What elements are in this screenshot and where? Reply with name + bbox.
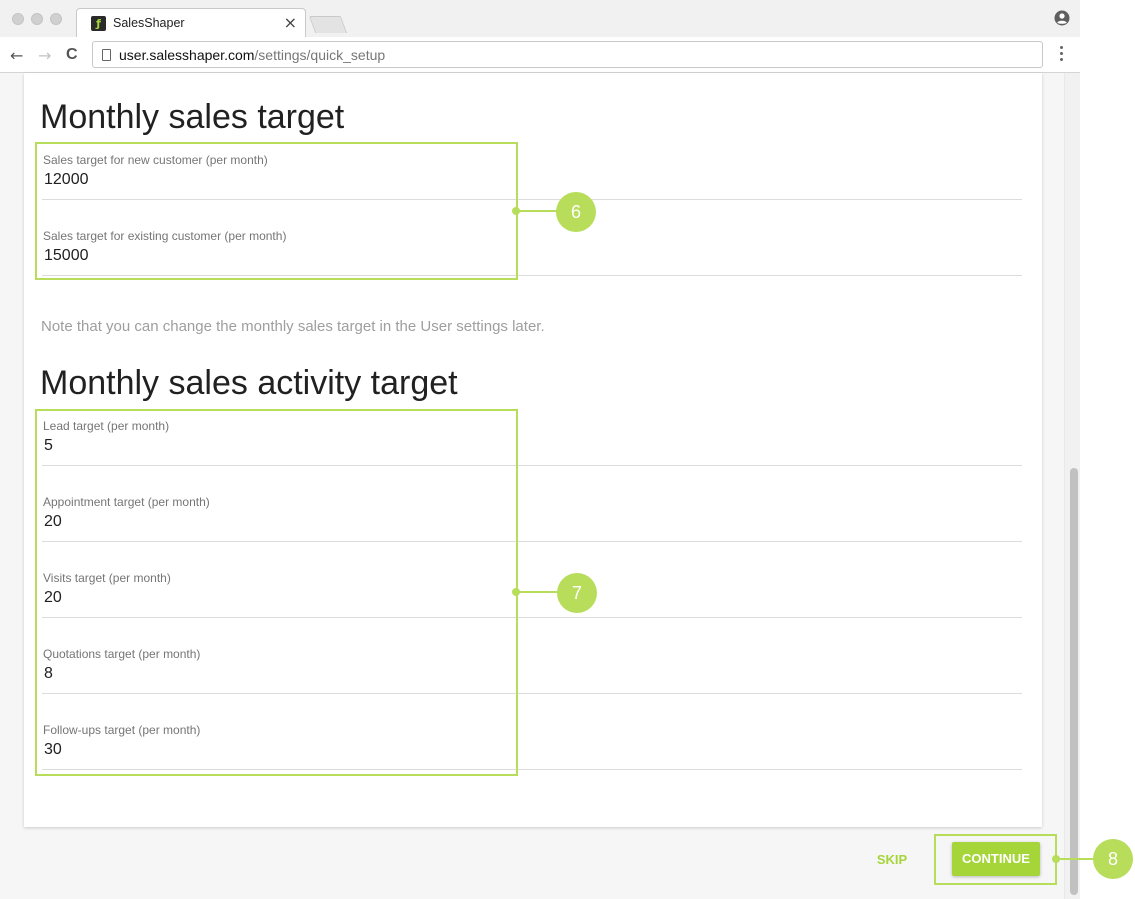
url-host: user.salesshaper.com <box>119 47 255 63</box>
profile-icon[interactable] <box>1054 10 1070 26</box>
tab-title: SalesShaper <box>113 16 185 30</box>
activity-target-title: Monthly sales activity target <box>40 364 458 402</box>
forward-arrow-icon[interactable]: → <box>38 46 51 65</box>
window-close-control[interactable] <box>12 13 24 25</box>
new-tab-button[interactable] <box>308 16 348 33</box>
callout-line <box>518 210 558 212</box>
browser-toolbar: ← → C user.salesshaper.com/settings/quic… <box>0 37 1080 73</box>
salesshaper-favicon-icon: ƒ <box>91 16 106 31</box>
highlight-box-sales-target <box>35 142 518 280</box>
highlight-box-activity-target <box>35 409 518 776</box>
continue-button[interactable]: CONTINUE <box>952 842 1040 876</box>
sales-target-note: Note that you can change the monthly sal… <box>41 318 545 335</box>
reload-icon[interactable]: C <box>66 46 78 64</box>
url-path: /settings/quick_setup <box>254 47 386 63</box>
skip-button[interactable]: SKIP <box>866 848 918 872</box>
scrollbar[interactable] <box>1064 73 1080 899</box>
address-bar[interactable]: user.salesshaper.com/settings/quick_setu… <box>92 41 1043 68</box>
browser-tab-bar: ƒ SalesShaper × <box>0 0 1080 37</box>
scrollbar-thumb[interactable] <box>1070 468 1078 895</box>
sales-target-title: Monthly sales target <box>40 98 345 136</box>
browser-tab[interactable]: ƒ SalesShaper × <box>76 8 306 37</box>
callout-badge-8: 8 <box>1093 839 1133 879</box>
url-text[interactable]: user.salesshaper.com/settings/quick_setu… <box>119 47 385 63</box>
callout-badge-6: 6 <box>556 192 596 232</box>
browser-menu-icon[interactable] <box>1058 46 1064 64</box>
page-icon <box>102 49 111 61</box>
callout-line <box>518 591 560 593</box>
callout-line <box>1058 858 1094 860</box>
window-minimize-control[interactable] <box>31 13 43 25</box>
window-zoom-control[interactable] <box>50 13 62 25</box>
callout-badge-7: 7 <box>557 573 597 613</box>
back-arrow-icon[interactable]: ← <box>10 46 23 65</box>
tab-close-icon[interactable]: × <box>284 13 297 32</box>
